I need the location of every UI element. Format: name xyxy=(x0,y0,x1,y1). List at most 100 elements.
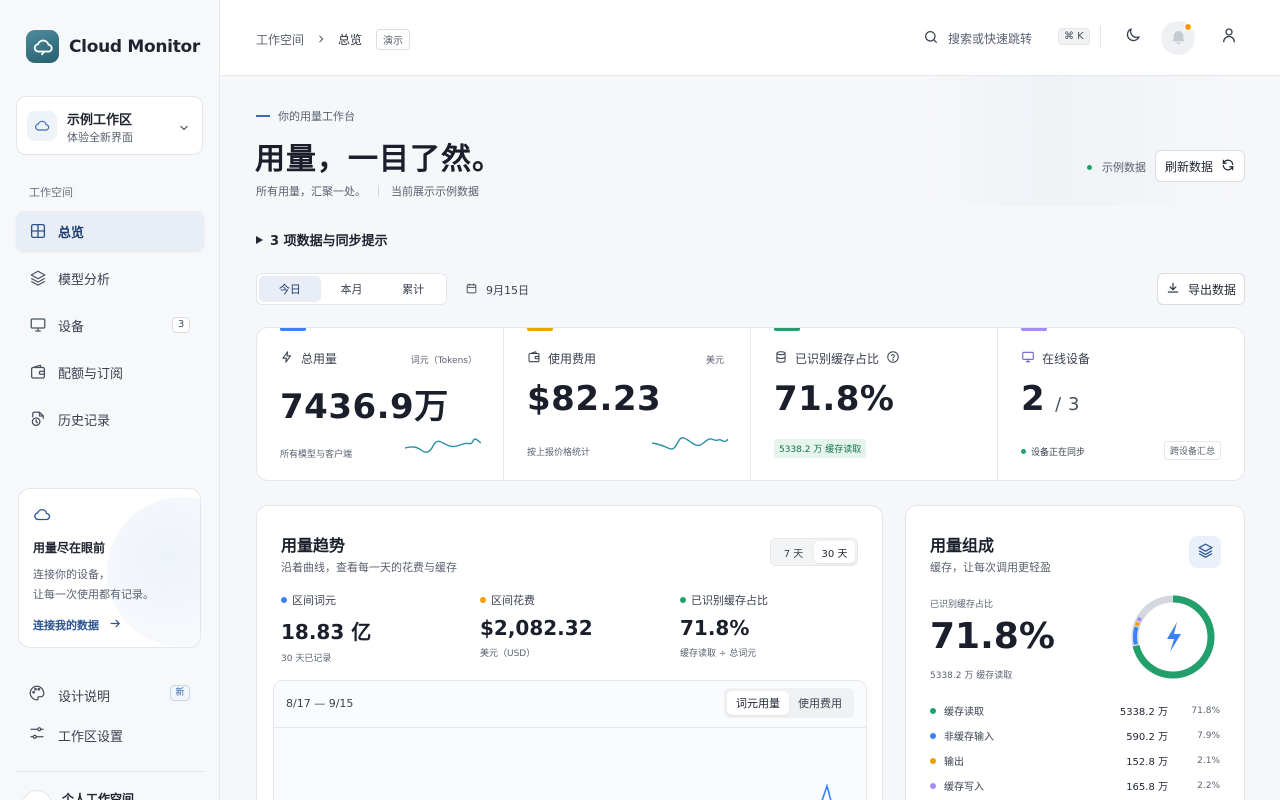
legend-dot xyxy=(680,597,686,603)
toggle-cost[interactable]: 使用费用 xyxy=(789,691,851,715)
notification-dot xyxy=(1184,23,1192,31)
kpi-header: 在线设备 xyxy=(1021,350,1090,367)
kpi-header: 使用费用 xyxy=(527,350,596,367)
kpi-cache-ratio[interactable]: 已识别缓存占比 71.8% 5338.2 万 缓存读取 xyxy=(751,328,998,480)
brand[interactable]: Cloud Monitor xyxy=(26,30,200,63)
legend-row: 非缓存输入 590.2 万 7.9% xyxy=(930,723,1220,748)
kpi-total-usage[interactable]: 总用量 词元（Tokens） 7436.9万 所有模型与客户端 xyxy=(257,328,504,480)
refresh-data-button[interactable]: 刷新数据 xyxy=(1155,150,1245,182)
kpi-label: 在线设备 xyxy=(1042,352,1091,366)
sync-tips-toggle[interactable]: 3 项数据与同步提示 xyxy=(256,230,388,249)
kpi-cost[interactable]: 使用费用 美元 $82.23 按上报价格统计 xyxy=(504,328,751,480)
metric-value: $2,082.32 xyxy=(480,616,593,640)
sample-data-indicator: 示例数据 xyxy=(1087,159,1146,175)
card-subtitle: 缓存，让每次调用更轻盈 xyxy=(930,561,1051,574)
sidebar-item-model-analysis[interactable]: 模型分析 xyxy=(16,258,204,298)
sparkline xyxy=(405,438,481,453)
period-month[interactable]: 本月 xyxy=(321,276,383,302)
date-display[interactable]: 9月15日 xyxy=(465,282,529,298)
promo-text: 连接你的设备， 让每一次使用都有记录。 xyxy=(33,565,183,605)
breadcrumb: 工作空间 总览 演示 xyxy=(256,29,411,50)
status-dot xyxy=(1087,164,1092,170)
usage-trend-card: 用量趋势 沿着曲线，查看每一天的花费与缓存 7 天 30 天 区间词元 18.8… xyxy=(256,505,883,800)
period-today[interactable]: 今日 xyxy=(259,276,321,302)
export-data-button[interactable]: 导出数据 xyxy=(1157,273,1245,305)
sidebar-item-design-notes[interactable]: 设计说明 新 xyxy=(28,684,190,706)
legend-percent: 71.8% xyxy=(1191,705,1220,716)
triangle-right-icon xyxy=(256,235,263,244)
new-badge: 新 xyxy=(170,685,190,701)
sidebar-section-label: 工作空间 xyxy=(29,186,73,199)
legend-dot xyxy=(930,707,936,714)
breadcrumb-current: 总览 xyxy=(338,33,363,47)
eyebrow-bar xyxy=(256,115,270,117)
sample-data-label: 示例数据 xyxy=(1102,161,1146,174)
sidebar-item-devices[interactable]: 设备 3 xyxy=(16,305,204,345)
metric-cost: 区间花费 $2,082.32 美元（USD） xyxy=(480,592,593,659)
sidebar-item-overview[interactable]: 总览 xyxy=(16,211,204,251)
sidebar-item-label: 设备 xyxy=(58,319,85,335)
status-dot xyxy=(1021,449,1026,454)
kpi-label: 已识别缓存占比 xyxy=(795,352,880,366)
sidebar-item-label: 配额与订阅 xyxy=(58,366,124,382)
user-icon[interactable] xyxy=(1220,26,1238,48)
breadcrumb-workspace[interactable]: 工作空间 xyxy=(256,31,304,48)
search-trigger[interactable]: 搜索或快速跳转 xyxy=(923,29,1032,48)
legend-label: 非缓存输入 xyxy=(944,732,994,743)
hero-subtitle: 所有用量，汇聚一处。 当前展示示例数据 xyxy=(256,183,479,199)
cloud-icon xyxy=(27,111,57,141)
monitor-icon xyxy=(28,315,48,335)
bell-icon xyxy=(1170,28,1187,49)
metric-note: 缓存读取 ÷ 总词元 xyxy=(680,649,757,659)
brand-name: Cloud Monitor xyxy=(69,36,200,57)
hero-subtitle-note: 当前展示示例数据 xyxy=(391,185,479,198)
toggle-token-usage[interactable]: 词元用量 xyxy=(727,691,789,715)
connect-data-link[interactable]: 连接我的数据 xyxy=(33,617,122,633)
wallet-icon xyxy=(28,362,48,382)
cache-read-chip: 5338.2 万 缓存读取 xyxy=(774,439,867,458)
layers-icon xyxy=(1197,542,1214,563)
sidebar-item-label: 设计说明 xyxy=(58,689,111,705)
card-subtitle: 沿着曲线，查看每一天的花费与缓存 xyxy=(281,561,457,574)
sidebar-item-quota[interactable]: 配额与订阅 xyxy=(16,352,204,392)
legend-percent: 2.2% xyxy=(1197,780,1220,791)
database-icon xyxy=(774,350,788,367)
composition-note: 5338.2 万 缓存读取 xyxy=(930,671,1013,681)
legend-value: 152.8 万 xyxy=(1126,757,1168,768)
card-title: 用量组成 xyxy=(930,536,995,555)
calendar-icon xyxy=(465,282,478,298)
kpi-value-denominator: / 3 xyxy=(1055,394,1080,415)
demo-badge: 演示 xyxy=(376,29,411,50)
sidebar-item-workspace-settings[interactable]: 工作区设置 xyxy=(28,724,190,746)
sync-tips-label: 3 项数据与同步提示 xyxy=(270,234,388,249)
legend-dot xyxy=(930,757,936,764)
sidebar-item-history[interactable]: 历史记录 xyxy=(16,399,204,439)
notifications-button[interactable] xyxy=(1161,21,1195,55)
grid-icon xyxy=(28,221,48,241)
kpi-online-devices[interactable]: 在线设备 2 / 3 设备正在同步 跨设备汇总 xyxy=(998,328,1244,480)
layers-button[interactable] xyxy=(1189,536,1221,568)
kpi-label: 使用费用 xyxy=(548,352,597,366)
range-7d[interactable]: 7 天 xyxy=(773,541,814,563)
trend-chart: 8/17 — 9/15 词元用量 使用费用 xyxy=(273,680,867,800)
kpi-value-main: 2 xyxy=(1021,379,1046,419)
kpi-value: 71.8% xyxy=(774,379,895,419)
theme-toggle-moon-icon[interactable] xyxy=(1124,26,1142,48)
help-circle-icon[interactable] xyxy=(886,350,900,367)
range-30d[interactable]: 30 天 xyxy=(814,541,855,563)
device-count-badge: 3 xyxy=(172,317,190,333)
sidebar-nav: 总览 模型分析 设备 3 配额与订阅 历史记录 xyxy=(16,211,204,446)
period-total[interactable]: 累计 xyxy=(382,276,444,302)
legend-dot xyxy=(480,597,486,603)
sidebar-item-label: 总览 xyxy=(58,225,85,241)
legend-dot xyxy=(281,597,287,603)
workspace-switcher[interactable]: 示例工作区 体验全新界面 xyxy=(16,96,203,155)
trend-line xyxy=(821,783,832,800)
workspace-subtitle: 体验全新界面 xyxy=(67,131,133,144)
kpi-unit: 词元（Tokens） xyxy=(410,356,477,366)
legend-row: 缓存写入 165.8 万 2.2% xyxy=(930,773,1220,798)
composition-value: 71.8% xyxy=(930,616,1055,657)
date-label: 9月15日 xyxy=(486,284,529,297)
personal-workspace-switcher[interactable]: 个人工作空间 xyxy=(22,790,134,800)
personal-workspace-label: 个人工作空间 xyxy=(62,791,135,800)
